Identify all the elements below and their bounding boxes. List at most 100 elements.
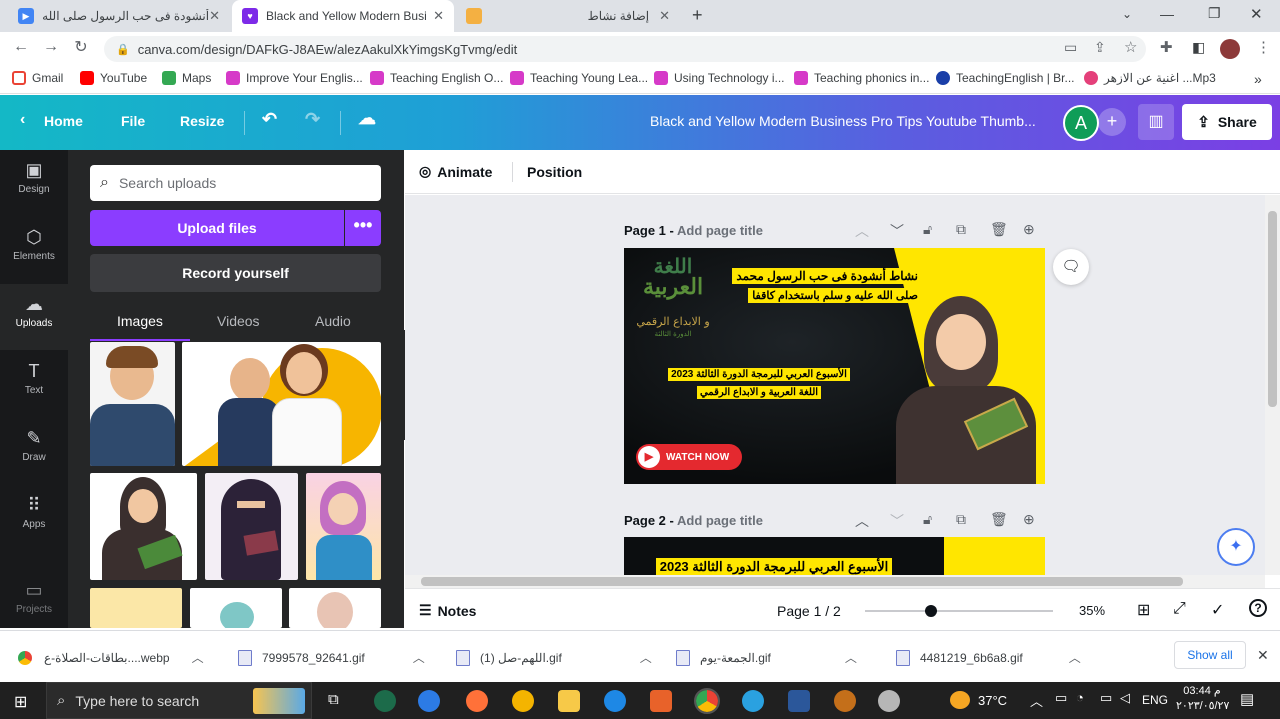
upload-thumbnail[interactable] [90, 588, 182, 628]
close-downloads-icon[interactable]: ✕ [1257, 647, 1269, 664]
horizontal-scrollbar[interactable] [405, 575, 1265, 588]
side-panel-icon[interactable]: ◧ [1192, 39, 1205, 56]
search-uploads-input[interactable]: ⌕ Search uploads [90, 165, 381, 201]
upload-thumbnail[interactable] [90, 342, 175, 466]
tab-videos[interactable]: Videos [217, 313, 260, 329]
bookmark-item[interactable]: Teaching phonics in... [794, 71, 929, 85]
extensions-icon[interactable]: ✚ [1160, 38, 1173, 56]
record-yourself-button[interactable]: Record yourself [90, 254, 381, 292]
sidebar-item-uploads[interactable]: ☁ Uploads [0, 284, 68, 350]
clock[interactable]: 03:44 م ٢٠٢٣/٠٥/٢٧ [1176, 684, 1229, 714]
bookmark-item[interactable]: Teaching English O... [370, 71, 503, 85]
design-page-1[interactable]: اللغة العربية و الابداع الرقمي الدورة ال… [624, 248, 1045, 484]
chevron-up-icon[interactable]: ︿ [413, 649, 425, 666]
bookmark-item[interactable]: Teaching Young Lea... [510, 71, 648, 85]
lock-page-icon[interactable]: 🔓︎ [923, 221, 932, 238]
bookmark-item[interactable]: Gmail [12, 71, 63, 85]
grid-view-icon[interactable]: ⊞ [1137, 600, 1150, 620]
upload-thumbnail[interactable] [190, 588, 282, 628]
bookmark-item[interactable]: Maps [162, 71, 211, 85]
restore-icon[interactable]: ❐ [1208, 5, 1221, 22]
zoom-level[interactable]: 35% [1079, 603, 1105, 618]
sidebar-item-design[interactable]: ▣ Design [0, 150, 68, 216]
upload-thumbnail[interactable] [90, 473, 197, 580]
lock-page-icon[interactable]: 🔓︎ [923, 511, 932, 528]
delete-page-icon[interactable]: 🗑︎ [990, 221, 1008, 238]
zoom-slider-thumb[interactable] [924, 605, 937, 617]
check-circle-icon[interactable]: ✓ [1211, 600, 1224, 620]
sidebar-item-projects[interactable]: ▭ Projects [0, 570, 68, 636]
browser-tab[interactable]: ▶ أنشودة فى حب الرسول صلى الله عل... ✕ [8, 0, 230, 32]
bookmark-item[interactable]: TeachingEnglish | Br... [936, 71, 1075, 85]
battery-icon[interactable]: ▭ [1100, 690, 1112, 706]
windows-start-icon[interactable]: ⊞ [14, 692, 27, 712]
tab-audio[interactable]: Audio [315, 313, 351, 329]
upload-thumbnail[interactable] [289, 588, 381, 628]
firefox-icon[interactable] [466, 690, 488, 712]
chrome-icon[interactable] [694, 688, 720, 714]
design-page-2[interactable]: الأسبوع العربي للبرمجة الدورة الثالثة 20… [624, 537, 1045, 575]
add-comment-icon[interactable]: 🗨︎ [1053, 249, 1089, 285]
upload-more-options-button[interactable]: ••• [345, 210, 381, 246]
menu-kebab-icon[interactable]: ⋮ [1256, 38, 1271, 56]
move-page-down-icon[interactable]: ﹀ [890, 221, 904, 241]
fullscreen-icon[interactable]: ⤢ [1173, 600, 1186, 618]
help-icon[interactable]: ? [1249, 599, 1267, 617]
tray-chevron-icon[interactable]: ︿ [1030, 691, 1043, 710]
cloud-saved-icon[interactable]: ☁ [358, 108, 376, 129]
app-icon[interactable] [834, 690, 856, 712]
undo-icon[interactable]: ↶ [262, 109, 277, 130]
bookmark-item[interactable]: اغنية عن الازهر ...Mp3 [1084, 71, 1216, 85]
close-tab-icon[interactable]: ✕ [659, 8, 670, 24]
download-item[interactable]: 4481219_6b6a8.gif ︿ [896, 649, 1081, 666]
app-icon[interactable] [878, 690, 900, 712]
more-bookmarks-icon[interactable]: » [1254, 71, 1262, 87]
sidebar-item-text[interactable]: T Text [0, 351, 68, 417]
share-button[interactable]: ⇪ Share [1182, 104, 1272, 140]
user-avatar[interactable]: A [1063, 105, 1099, 141]
close-tab-icon[interactable]: ✕ [433, 8, 444, 24]
scroll-thumb[interactable] [421, 577, 1183, 586]
browser-tab[interactable]: إضافة نشاط ✕ [580, 0, 680, 32]
upload-files-button[interactable]: Upload files [90, 210, 344, 246]
volume-icon[interactable]: ◁ [1120, 690, 1130, 706]
chevron-up-icon[interactable]: ︿ [640, 649, 652, 666]
add-page-icon[interactable]: ⊕ [1023, 511, 1035, 528]
home-button[interactable]: Home [44, 113, 83, 129]
duplicate-page-icon[interactable]: ⧉ [956, 511, 966, 528]
page-indicator[interactable]: Page 1 / 2 [777, 603, 841, 619]
add-page-icon[interactable]: ⊕ [1023, 221, 1035, 238]
app-icon[interactable] [418, 690, 440, 712]
back-icon[interactable]: ← [6, 38, 36, 56]
position-button[interactable]: Position [527, 164, 582, 180]
animate-button[interactable]: ◎ Animate [419, 163, 492, 180]
upload-thumbnail[interactable] [306, 473, 381, 580]
chevron-up-icon[interactable]: ︿ [192, 649, 204, 666]
forward-icon[interactable]: → [36, 38, 66, 56]
save-page-icon[interactable]: ▭ [1064, 39, 1077, 56]
file-menu-button[interactable]: File [121, 113, 145, 129]
redo-icon[interactable]: ↷ [305, 109, 320, 130]
network-icon[interactable]: ◔ [1076, 690, 1084, 705]
vertical-scrollbar[interactable] [1265, 195, 1280, 575]
telegram-icon[interactable] [742, 690, 764, 712]
add-collaborator-icon[interactable]: + [1098, 108, 1126, 136]
share-icon[interactable]: ⇪ [1094, 39, 1106, 56]
chevron-up-icon[interactable]: ︿ [1069, 649, 1081, 666]
notifications-icon[interactable]: ▤ [1240, 690, 1254, 708]
download-item[interactable]: اللهم-صل (1).gif ︿ [456, 649, 652, 666]
insights-chart-icon[interactable]: ▥ [1138, 104, 1174, 140]
bookmark-item[interactable]: YouTube [80, 71, 147, 85]
bookmark-item[interactable]: Improve Your Englis... [226, 71, 363, 85]
bookmark-star-icon[interactable]: ☆ [1124, 38, 1137, 56]
magic-sparkle-icon[interactable]: ✦ [1217, 528, 1255, 566]
sidebar-item-elements[interactable]: ⬡ Elements [0, 217, 68, 283]
back-chevron-icon[interactable]: ‹ [20, 111, 25, 129]
app-icon[interactable] [650, 690, 672, 712]
move-page-up-icon[interactable]: ︿ [855, 221, 869, 241]
weather-widget[interactable]: 37°C [950, 691, 1007, 709]
download-item[interactable]: 7999578_92641.gif ︿ [238, 649, 425, 666]
profile-avatar[interactable] [1220, 39, 1240, 59]
close-window-icon[interactable]: ✕ [1250, 5, 1263, 23]
app-icon[interactable] [512, 690, 534, 712]
